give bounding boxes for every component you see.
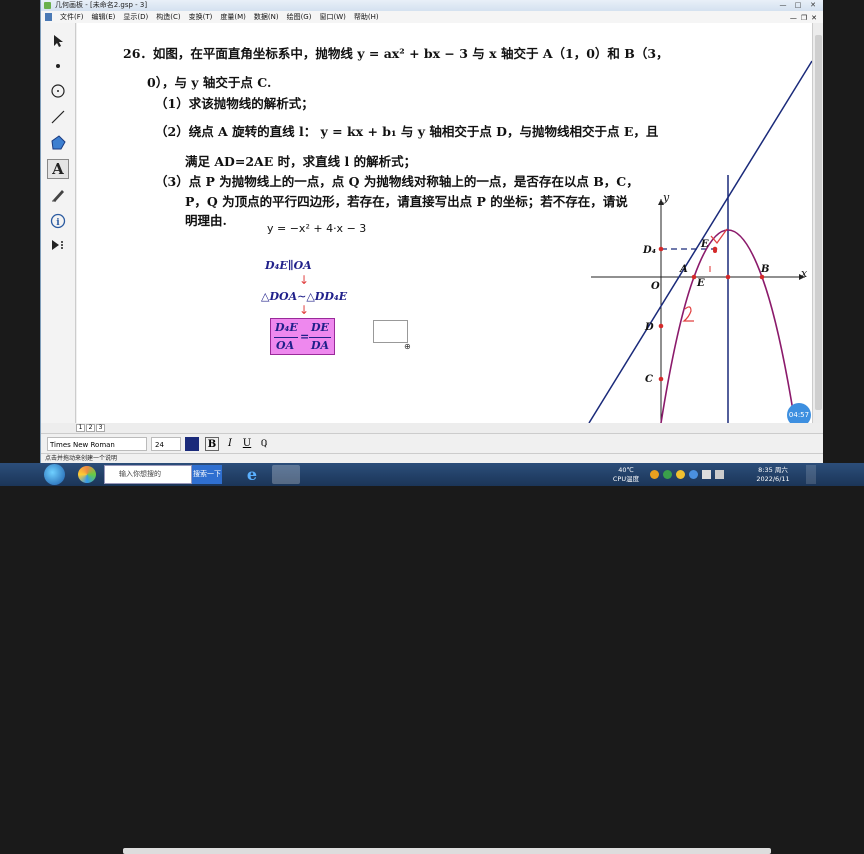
horizontal-scrollbar[interactable]: [123, 848, 771, 854]
sketchpad-taskbar-icon[interactable]: [272, 465, 300, 484]
sketch-canvas[interactable]: 26．如图，在平面直角坐标系中，抛物线 y = ax² + bx − 3 与 x…: [77, 23, 812, 423]
menu-edit[interactable]: 编辑(E): [92, 11, 116, 23]
app-icon: [44, 2, 51, 9]
menu-graph[interactable]: 绘图(G): [287, 11, 312, 23]
font-select[interactable]: Times New Roman: [47, 437, 147, 451]
ie-browser-icon[interactable]: e: [240, 465, 264, 484]
font-size-select[interactable]: 24: [151, 437, 181, 451]
tray-icon[interactable]: [663, 470, 672, 479]
menu-bar: 文件(F) 编辑(E) 显示(D) 构造(C) 变换(T) 度量(M) 数据(N…: [41, 11, 823, 23]
label-d4: D₄: [642, 245, 656, 256]
point-c: [658, 376, 664, 382]
text-color-button[interactable]: [185, 437, 199, 451]
network-icon[interactable]: [702, 470, 711, 479]
tray-icon[interactable]: [676, 470, 685, 479]
label-e-bottom: E: [696, 278, 705, 289]
svg-text:i: i: [56, 218, 60, 228]
label-o: O: [651, 281, 660, 292]
right-edge: [822, 0, 864, 463]
menu-window[interactable]: 窗口(W): [319, 11, 345, 23]
menu-transform[interactable]: 变换(T): [189, 11, 213, 23]
app-launcher-icon[interactable]: [78, 466, 96, 483]
point-d4: [658, 246, 664, 252]
page-tab-3[interactable]: 3: [96, 424, 105, 432]
screen: 几何画板 - [未命名2.gsp - 3] — □ ✕ 文件(F) 编辑(E) …: [0, 0, 864, 854]
label-x: x: [801, 267, 808, 280]
custom-tool-icon[interactable]: [47, 235, 69, 255]
coordinate-graph[interactable]: y x O A B C D D₄ E E: [77, 23, 812, 423]
start-button[interactable]: [44, 464, 65, 485]
taskbar-search-button[interactable]: 搜索一下: [192, 465, 222, 484]
handwritten-2-stroke: [682, 306, 694, 322]
math-format-icon[interactable]: ℚ: [257, 437, 271, 451]
cpu-temp-label: CPU温度: [612, 475, 640, 483]
label-y: y: [662, 191, 670, 204]
scroll-thumb[interactable]: [815, 35, 822, 410]
label-d: D: [644, 322, 654, 333]
status-bar: 点击并拖动来创建一个说明: [41, 453, 823, 463]
menu-help[interactable]: 帮助(H): [354, 11, 379, 23]
document-icon: [45, 13, 52, 21]
minimize-button[interactable]: —: [777, 1, 789, 10]
close-button[interactable]: ✕: [807, 1, 819, 10]
compass-tool-icon[interactable]: [47, 81, 69, 101]
label-c: C: [645, 374, 653, 385]
point-axis: [725, 274, 731, 280]
point-d: [658, 323, 664, 329]
polygon-tool-icon[interactable]: [47, 133, 69, 153]
clock-date[interactable]: 2022/6/11: [748, 475, 798, 483]
recording-timer[interactable]: 04:57: [787, 403, 811, 423]
text-format-bar: Times New Roman 24 B I U ℚ: [41, 433, 823, 453]
information-tool-icon[interactable]: i: [47, 211, 69, 231]
point-tool-icon[interactable]: [47, 56, 69, 76]
page-bar: 1 2 3: [41, 423, 823, 854]
italic-button[interactable]: I: [223, 437, 237, 451]
marker-tool-icon[interactable]: [47, 185, 69, 205]
text-tool-icon[interactable]: A: [47, 159, 69, 179]
menu-measure[interactable]: 度量(M): [220, 11, 246, 23]
menu-data[interactable]: 数据(N): [254, 11, 279, 23]
maximize-button[interactable]: □: [792, 1, 804, 10]
arrow-tool-icon[interactable]: [47, 31, 69, 51]
point-a: [691, 274, 697, 280]
taskbar: 输入你想搜的 搜索一下 e 40℃ CPU温度 8:35 周六 2022/6/1…: [0, 463, 864, 486]
menu-display[interactable]: 显示(D): [123, 11, 148, 23]
point-b: [759, 274, 765, 280]
label-a: A: [679, 264, 688, 275]
left-edge: [0, 0, 40, 463]
system-tray: [650, 465, 740, 484]
show-desktop-button[interactable]: [806, 465, 816, 484]
page-tab-2[interactable]: 2: [86, 424, 95, 432]
label-b: B: [760, 264, 769, 275]
title-bar: 几何画板 - [未命名2.gsp - 3] — □ ✕: [41, 0, 823, 11]
cpu-temp: 40℃: [618, 466, 634, 474]
window-title: 几何画板 - [未命名2.gsp - 3]: [55, 1, 148, 9]
clock-time[interactable]: 8:35 周六: [748, 466, 798, 474]
point-e-line: [713, 249, 717, 253]
tray-icon[interactable]: [689, 470, 698, 479]
line-tool-icon[interactable]: [47, 107, 69, 127]
tray-icon[interactable]: [650, 470, 659, 479]
label-e-top: E: [700, 239, 709, 250]
taskbar-search-input[interactable]: 输入你想搜的: [104, 465, 192, 484]
volume-icon[interactable]: [715, 470, 724, 479]
underline-button[interactable]: U: [240, 437, 254, 451]
menu-file[interactable]: 文件(F): [60, 11, 84, 23]
page-tab-1[interactable]: 1: [76, 424, 85, 432]
toolbox: A i: [41, 23, 76, 423]
bold-button[interactable]: B: [205, 437, 219, 451]
menu-construct[interactable]: 构造(C): [156, 11, 180, 23]
vertical-scrollbar[interactable]: [812, 23, 823, 423]
sketchpad-window: 几何画板 - [未命名2.gsp - 3] — □ ✕ 文件(F) 编辑(E) …: [40, 0, 823, 854]
